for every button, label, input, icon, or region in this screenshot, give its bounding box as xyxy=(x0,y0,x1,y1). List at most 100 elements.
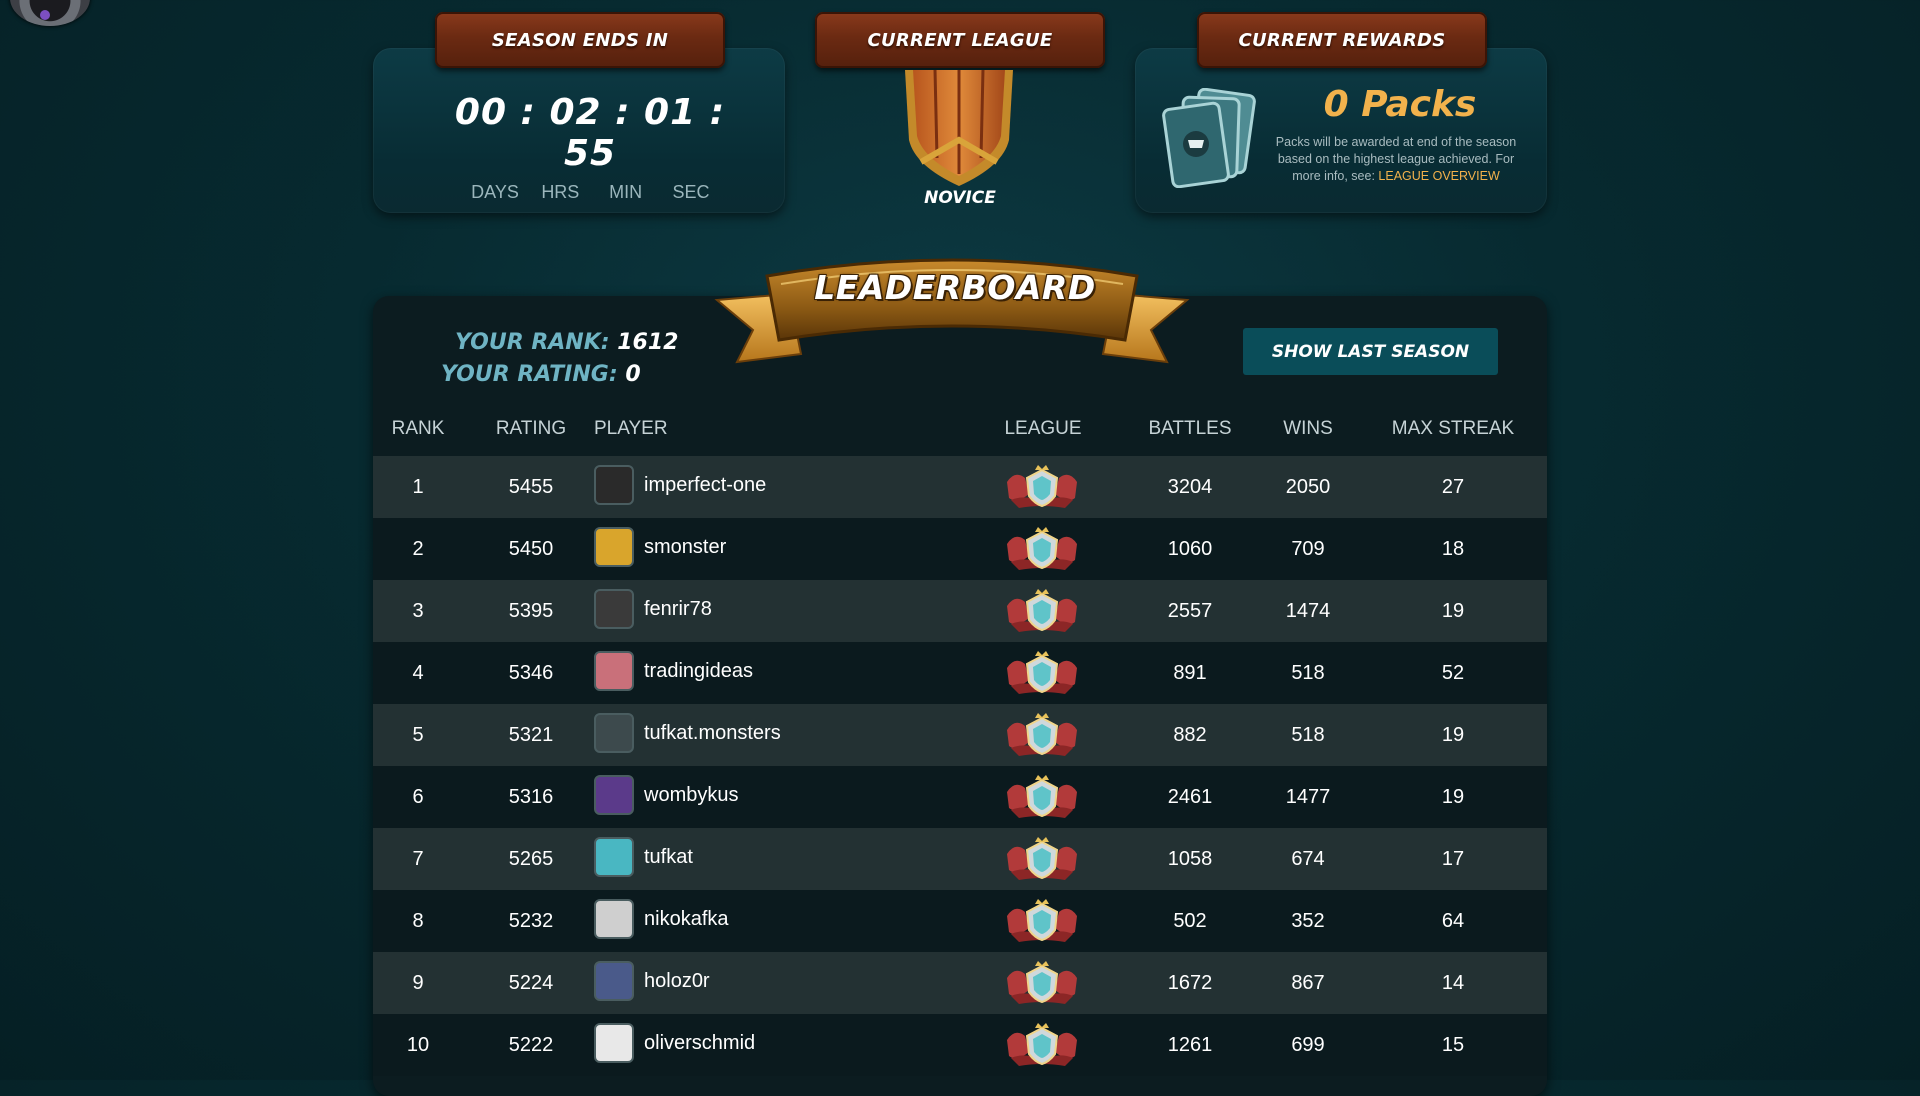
table-row[interactable]: 8 5232 nikokafka 502 352 64 xyxy=(373,890,1547,952)
player-name[interactable]: nikokafka xyxy=(644,908,729,930)
rewards-header-plank: CURRENT REWARDS xyxy=(1197,12,1487,68)
cell-rank: 8 xyxy=(412,910,424,932)
cell-rating: 5232 xyxy=(508,910,554,932)
player-name[interactable]: holoz0r xyxy=(644,970,710,992)
season-countdown: 00 : 02 : 01 : 55 DAYS HRS MIN SEC xyxy=(440,92,740,203)
cell-battles: 1058 xyxy=(1167,848,1213,870)
league-header: CURRENT LEAGUE xyxy=(867,29,1053,51)
your-rank: YOUR RANK: 1612 xyxy=(455,330,678,355)
col-max-streak[interactable]: MAX STREAK xyxy=(1373,418,1533,440)
cell-wins: 518 xyxy=(1291,662,1325,684)
col-league[interactable]: LEAGUE xyxy=(978,418,1108,440)
table-row[interactable]: 9 5224 holoz0r 1672 867 14 xyxy=(373,952,1547,1014)
avatar[interactable] xyxy=(594,713,634,753)
cell-rank: 4 xyxy=(412,662,424,684)
cell-max-streak: 19 xyxy=(1441,600,1465,622)
table-row[interactable]: 1 5455 imperfect-one 3204 2050 27 xyxy=(373,456,1547,518)
cell-player[interactable]: holoz0r xyxy=(594,961,710,1001)
avatar[interactable] xyxy=(594,899,634,939)
avatar[interactable] xyxy=(594,465,634,505)
leaderboard-title: LEADERBOARD xyxy=(814,268,1096,307)
cell-max-streak: 17 xyxy=(1441,848,1465,870)
cell-max-streak: 64 xyxy=(1441,910,1465,932)
player-name[interactable]: oliverschmid xyxy=(644,1032,755,1054)
season-header: SEASON ENDS IN xyxy=(491,29,669,51)
cell-wins: 518 xyxy=(1291,724,1325,746)
game-logo[interactable] xyxy=(10,0,90,26)
novice-shield-icon[interactable] xyxy=(903,70,1015,188)
player-name[interactable]: tufkat xyxy=(644,846,693,868)
col-rating[interactable]: RATING xyxy=(483,418,579,440)
champion-league-icon xyxy=(1005,1022,1079,1070)
table-row[interactable]: 6 5316 wombykus 2461 1477 19 xyxy=(373,766,1547,828)
countdown-digits: 00 : 02 : 01 : 55 xyxy=(454,92,726,174)
cell-rank: 9 xyxy=(412,972,424,994)
cell-max-streak: 19 xyxy=(1441,724,1465,746)
avatar[interactable] xyxy=(594,589,634,629)
table-row[interactable]: 7 5265 tufkat 1058 674 17 xyxy=(373,828,1547,890)
col-player[interactable]: PLAYER xyxy=(594,418,668,440)
avatar[interactable] xyxy=(594,837,634,877)
cell-rating: 5321 xyxy=(508,724,554,746)
league-overview-link[interactable]: LEAGUE OVERVIEW xyxy=(1378,169,1499,183)
table-row[interactable]: 5 5321 tufkat.monsters 882 518 19 xyxy=(373,704,1547,766)
your-rating-label: YOUR RATING: xyxy=(441,362,618,387)
player-name[interactable]: tufkat.monsters xyxy=(644,722,781,744)
countdown-min: 01 xyxy=(644,92,697,133)
cell-wins: 352 xyxy=(1291,910,1325,932)
cell-rank: 3 xyxy=(412,600,424,622)
col-wins[interactable]: WINS xyxy=(1253,418,1363,440)
cell-rank: 10 xyxy=(406,1034,430,1056)
table-row[interactable]: 4 5346 tradingideas 891 518 52 xyxy=(373,642,1547,704)
packs-note: Packs will be awarded at end of the seas… xyxy=(1268,134,1524,185)
col-rank[interactable]: RANK xyxy=(373,418,463,440)
countdown-hrs: 02 xyxy=(549,92,602,133)
leaderboard-header-row: RANK RATING PLAYER LEAGUE BATTLES WINS M… xyxy=(373,418,1547,456)
cell-player[interactable]: tradingideas xyxy=(594,651,753,691)
avatar[interactable] xyxy=(594,961,634,1001)
table-row[interactable]: 3 5395 fenrir78 2557 1474 19 xyxy=(373,580,1547,642)
cell-player[interactable]: wombykus xyxy=(594,775,738,815)
cell-player[interactable]: nikokafka xyxy=(594,899,729,939)
rewards-header: CURRENT REWARDS xyxy=(1238,29,1446,51)
cell-battles: 502 xyxy=(1173,910,1207,932)
cell-player[interactable]: oliverschmid xyxy=(594,1023,755,1063)
cell-battles: 1261 xyxy=(1167,1034,1213,1056)
your-rating-value: 0 xyxy=(625,362,641,387)
table-row[interactable]: 10 5222 oliverschmid 1261 699 15 xyxy=(373,1014,1547,1076)
cell-max-streak: 15 xyxy=(1441,1034,1465,1056)
cell-player[interactable]: tufkat xyxy=(594,837,693,877)
player-name[interactable]: wombykus xyxy=(644,784,738,806)
cell-rank: 1 xyxy=(412,476,424,498)
season-header-plank: SEASON ENDS IN xyxy=(435,12,725,68)
cell-battles: 882 xyxy=(1173,724,1207,746)
avatar[interactable] xyxy=(594,527,634,567)
player-name[interactable]: tradingideas xyxy=(644,660,753,682)
player-name[interactable]: imperfect-one xyxy=(644,474,766,496)
cell-player[interactable]: imperfect-one xyxy=(594,465,766,505)
champion-league-icon xyxy=(1005,836,1079,884)
cell-battles: 1672 xyxy=(1167,972,1213,994)
player-name[interactable]: smonster xyxy=(644,536,726,558)
player-name[interactable]: fenrir78 xyxy=(644,598,712,620)
champion-league-icon xyxy=(1005,712,1079,760)
avatar[interactable] xyxy=(594,775,634,815)
leaderboard-rows: 1 5455 imperfect-one 3204 2050 27 2 5450 smonste… xyxy=(373,456,1547,1076)
countdown-days: 00 xyxy=(454,92,507,133)
table-row[interactable]: 2 5450 smonster 1060 709 18 xyxy=(373,518,1547,580)
avatar[interactable] xyxy=(594,1023,634,1063)
champion-league-icon xyxy=(1005,960,1079,1008)
cell-rating: 5346 xyxy=(508,662,554,684)
cell-battles: 2557 xyxy=(1167,600,1213,622)
cell-player[interactable]: smonster xyxy=(594,527,726,567)
cell-max-streak: 18 xyxy=(1441,538,1465,560)
cell-battles: 891 xyxy=(1173,662,1207,684)
cell-max-streak: 27 xyxy=(1441,476,1465,498)
cell-rating: 5224 xyxy=(508,972,554,994)
avatar[interactable] xyxy=(594,651,634,691)
col-battles[interactable]: BATTLES xyxy=(1125,418,1255,440)
cell-player[interactable]: tufkat.monsters xyxy=(594,713,781,753)
show-last-season-button[interactable]: SHOW LAST SEASON xyxy=(1243,328,1498,375)
card-pack-icon xyxy=(1162,88,1256,188)
cell-player[interactable]: fenrir78 xyxy=(594,589,712,629)
